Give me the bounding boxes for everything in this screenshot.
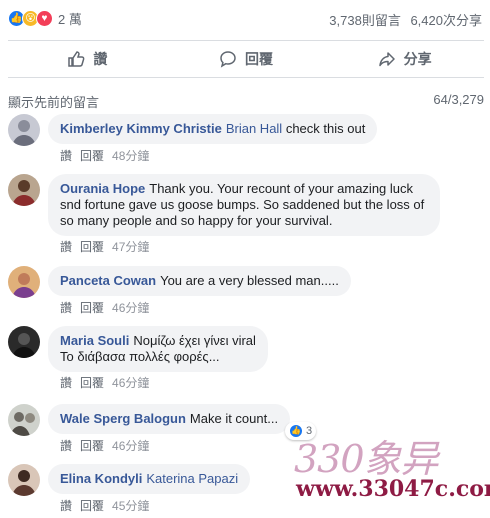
comment-author[interactable]: Kimberley Kimmy Christie xyxy=(60,121,222,136)
share-button-label: 分享 xyxy=(403,51,432,67)
avatar[interactable] xyxy=(8,326,40,358)
comment-meta: 讚回覆 48分鐘 xyxy=(60,147,157,164)
comment-meta: 讚回覆 47分鐘 xyxy=(60,238,157,255)
comment-like-link[interactable]: 讚 xyxy=(60,240,72,254)
thumbs-up-icon xyxy=(68,51,85,67)
comment-like-link[interactable]: 讚 xyxy=(60,149,72,163)
share-arrow-icon xyxy=(378,52,395,67)
comment-text-line-2: Το διάβασα πολλές φορές... xyxy=(60,349,220,364)
reactions-summary[interactable]: 👍 😮 ♥ 2 萬 xyxy=(8,9,82,28)
comment-timestamp[interactable]: 46分鐘 xyxy=(112,301,149,315)
engagement-counts: 3,738則留言 6,420次分享 xyxy=(329,10,482,29)
share-button[interactable]: 分享 xyxy=(325,41,484,77)
avatar[interactable] xyxy=(8,464,40,496)
comment-bubble: Maria Souli Νομίζω έχει γίνει viral Το δι… xyxy=(48,326,268,372)
comment-text: Thank you. Your recount of your amazing … xyxy=(149,181,414,196)
comment-item: Ourania Hope Thank you. Your recount of y… xyxy=(8,174,484,258)
comment-meta: 讚回覆 46分鐘 xyxy=(60,299,157,316)
comment-item: Elina Kondyli Katerina Papazi 讚回覆 45分鐘 xyxy=(8,464,484,516)
comment-timestamp[interactable]: 46分鐘 xyxy=(112,439,149,453)
reaction-count[interactable]: 2 萬 xyxy=(58,9,82,28)
shares-count[interactable]: 6,420次分享 xyxy=(410,13,482,28)
like-button[interactable]: 讚 xyxy=(8,41,167,77)
comment-meta: 讚回覆 46分鐘 xyxy=(60,374,157,391)
comment-timestamp[interactable]: 46分鐘 xyxy=(112,376,149,390)
comment-reply-link[interactable]: 回覆 xyxy=(80,499,104,513)
comments-header: 顯示先前的留言 64/3,279 xyxy=(8,92,484,110)
comment-timestamp[interactable]: 48分鐘 xyxy=(112,149,149,163)
like-icon: 👍 xyxy=(288,424,303,438)
comment-timestamp[interactable]: 45分鐘 xyxy=(112,499,149,513)
comment-reply-link[interactable]: 回覆 xyxy=(80,240,104,254)
avatar[interactable] xyxy=(8,174,40,206)
comment-text-line-2: snd fortune gave us goose bumps. So sadd… xyxy=(60,197,425,212)
comment-like-link[interactable]: 讚 xyxy=(60,439,72,453)
comment-author[interactable]: Wale Sperg Balogun xyxy=(60,411,186,426)
comment-bubble: Ourania Hope Thank you. Your recount of y… xyxy=(48,174,440,236)
like-button-label: 讚 xyxy=(93,51,108,67)
avatar[interactable] xyxy=(8,266,40,298)
post-stats-bar: 👍 😮 ♥ 2 萬 3,738則留言 6,420次分享 xyxy=(0,0,490,36)
comment-author[interactable]: Panceta Cowan xyxy=(60,273,156,288)
comment-item: Panceta Cowan You are a very blessed man.… xyxy=(8,266,484,320)
comment-like-link[interactable]: 讚 xyxy=(60,499,72,513)
comment-meta: 讚回覆 46分鐘 xyxy=(60,437,157,454)
avatar[interactable] xyxy=(8,114,40,146)
love-icon: ♥ xyxy=(36,10,53,27)
comment-bubble: Kimberley Kimmy Christie Brian Hall check… xyxy=(48,114,378,144)
comment-timestamp[interactable]: 47分鐘 xyxy=(112,240,149,254)
comments-pagination-count: 64/3,279 xyxy=(433,92,484,107)
view-previous-comments-link[interactable]: 顯示先前的留言 xyxy=(8,92,99,111)
comment-reply-link[interactable]: 回覆 xyxy=(80,439,104,453)
post-action-bar: 讚 回覆 分享 xyxy=(8,40,484,78)
comment-item: Wale Sperg Balogun Make it count... 👍 3 讚… xyxy=(8,404,484,458)
comment-like-link[interactable]: 讚 xyxy=(60,301,72,315)
comment-reaction-count: 3 xyxy=(305,425,313,437)
comment-meta: 讚回覆 45分鐘 xyxy=(60,497,157,514)
comment-item: Maria Souli Νομίζω έχει γίνει viral Το δι… xyxy=(8,326,484,394)
comment-text-line-3: so many people and so happy for your sur… xyxy=(60,213,333,228)
tagged-user[interactable]: Katerina Papazi xyxy=(146,471,238,486)
comment-bubble: Wale Sperg Balogun Make it count... 👍 3 xyxy=(48,404,317,440)
comment-author[interactable]: Elina Kondyli xyxy=(60,471,142,486)
comment-author[interactable]: Ourania Hope xyxy=(60,181,145,196)
comment-reactions[interactable]: 👍 3 xyxy=(284,422,317,440)
comment-reply-link[interactable]: 回覆 xyxy=(80,301,104,315)
comment-bubble: Panceta Cowan You are a very blessed man.… xyxy=(48,266,351,296)
comment-item: Kimberley Kimmy Christie Brian Hall check… xyxy=(8,114,484,170)
comment-text: Make it count... xyxy=(189,411,279,426)
comment-reply-link[interactable]: 回覆 xyxy=(80,376,104,390)
comment-button-label: 回覆 xyxy=(245,51,273,67)
comment-text: check this out xyxy=(282,121,366,136)
comment-reply-link[interactable]: 回覆 xyxy=(80,149,104,163)
avatar[interactable] xyxy=(8,404,40,436)
comment-text: You are a very blessed man..... xyxy=(160,273,339,288)
comment-like-link[interactable]: 讚 xyxy=(60,376,72,390)
comment-author[interactable]: Maria Souli xyxy=(60,333,129,348)
comment-bubble: Elina Kondyli Katerina Papazi xyxy=(48,464,251,494)
tagged-user[interactable]: Brian Hall xyxy=(226,121,282,136)
comment-text: Νομίζω έχει γίνει viral xyxy=(133,333,256,348)
comment-bubble-icon xyxy=(220,51,236,68)
comment-button[interactable]: 回覆 xyxy=(167,41,326,77)
comments-count[interactable]: 3,738則留言 xyxy=(329,13,401,28)
